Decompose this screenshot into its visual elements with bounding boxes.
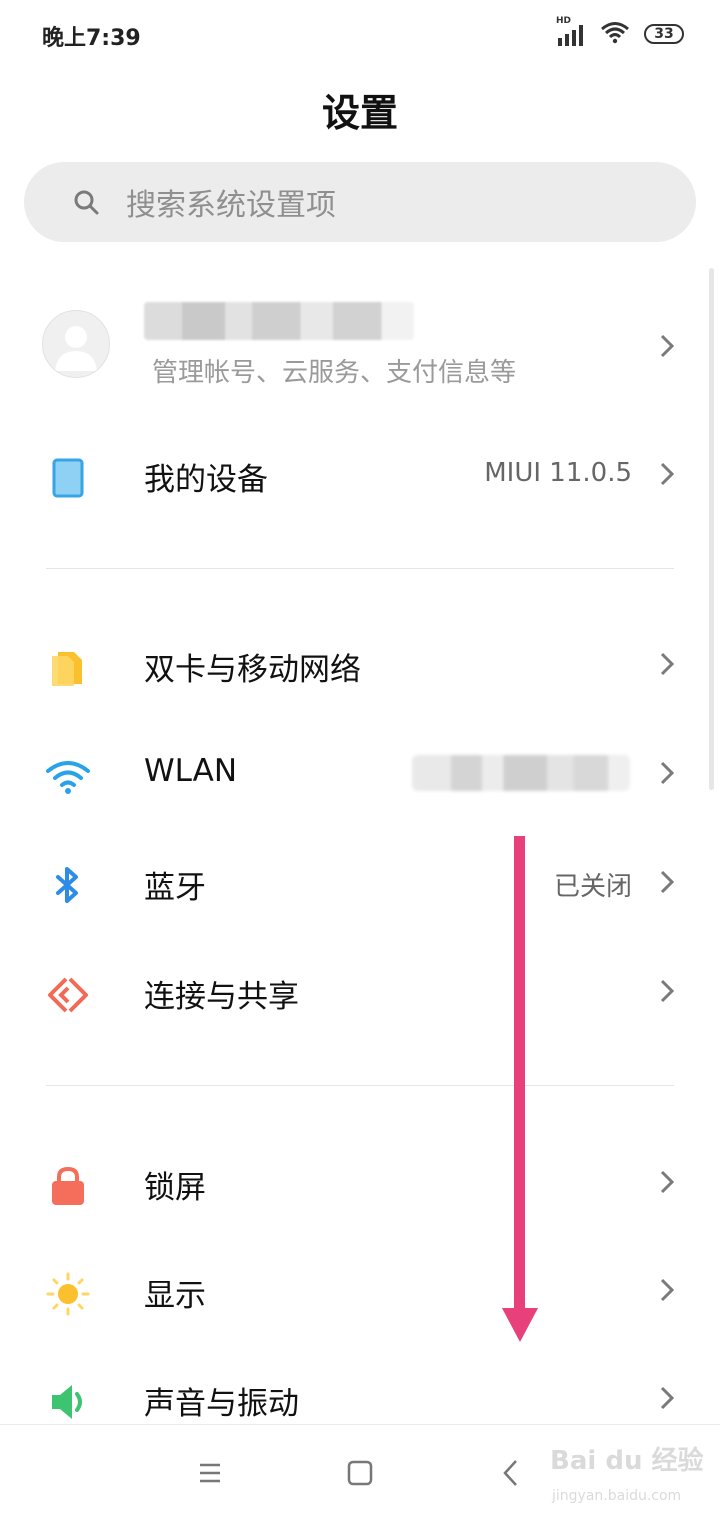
- wifi-icon: [600, 20, 630, 48]
- chevron-right-icon: [660, 1278, 675, 1302]
- display-row[interactable]: 显示: [0, 1240, 720, 1340]
- account-subtitle: 管理帐号、云服务、支付信息等: [152, 358, 517, 388]
- search-input[interactable]: 搜索系统设置项: [24, 162, 696, 242]
- watermark: Bai du 经验: [550, 1446, 704, 1476]
- wlan-row[interactable]: WLAN: [0, 723, 720, 823]
- chevron-right-icon: [660, 1386, 675, 1410]
- bluetooth-icon: [56, 867, 78, 903]
- my-device-value: MIUI 11.0.5: [484, 458, 632, 488]
- network-badge: HD: [556, 16, 572, 26]
- sound-vibration-label: 声音与振动: [144, 1386, 299, 1422]
- status-bar: 晚上7:39 HD 33: [0, 0, 720, 70]
- menu-icon[interactable]: [192, 1455, 228, 1491]
- my-device-label: 我的设备: [144, 462, 268, 498]
- avatar: [42, 310, 110, 378]
- wlan-label: WLAN: [144, 753, 238, 789]
- bluetooth-status: 已关闭: [553, 872, 632, 902]
- connection-share-row[interactable]: 连接与共享: [0, 941, 720, 1041]
- search-placeholder: 搜索系统设置项: [126, 188, 336, 223]
- section-divider: [46, 1085, 674, 1086]
- watermark-url: jingyan.baidu.com: [552, 1488, 682, 1504]
- connection-share-label: 连接与共享: [144, 979, 299, 1015]
- user-icon: [55, 326, 97, 371]
- my-device-row[interactable]: 我的设备 MIUI 11.0.5: [0, 424, 720, 524]
- sun-icon: [46, 1272, 90, 1316]
- device-icon: [52, 458, 84, 498]
- account-row[interactable]: 管理帐号、云服务、支付信息等: [0, 290, 720, 400]
- sim-card-icon: [52, 652, 82, 686]
- status-icons: HD 33: [556, 16, 684, 48]
- lock-screen-label: 锁屏: [144, 1170, 206, 1206]
- chevron-right-icon: [660, 979, 675, 1003]
- scroll-down-arrow-annotation: [502, 836, 538, 1342]
- sim-network-row[interactable]: 双卡与移动网络: [0, 614, 720, 714]
- home-icon[interactable]: [342, 1455, 378, 1491]
- search-icon: [74, 190, 99, 215]
- page-title: 设置: [321, 91, 398, 135]
- chevron-right-icon: [660, 652, 675, 676]
- chevron-right-icon: [660, 334, 675, 358]
- speaker-icon: [52, 1385, 82, 1419]
- chevron-right-icon: [660, 1170, 675, 1194]
- account-name-redacted: [144, 302, 414, 340]
- lock-icon: [52, 1166, 84, 1205]
- section-divider: [46, 568, 674, 569]
- bluetooth-row[interactable]: 蓝牙 已关闭: [0, 832, 720, 932]
- wlan-network-redacted: [412, 755, 630, 791]
- chevron-right-icon: [660, 761, 675, 785]
- status-time: 晚上7:39: [42, 26, 141, 51]
- sim-network-label: 双卡与移动网络: [144, 652, 361, 688]
- chevron-right-icon: [660, 870, 675, 894]
- back-icon[interactable]: [494, 1455, 530, 1491]
- bluetooth-label: 蓝牙: [144, 870, 206, 906]
- connection-share-icon: [48, 977, 88, 1013]
- lock-screen-row[interactable]: 锁屏: [0, 1132, 720, 1232]
- chevron-right-icon: [660, 462, 675, 486]
- display-label: 显示: [144, 1278, 206, 1314]
- wifi-icon: [46, 761, 90, 794]
- signal-icon: HD: [556, 16, 586, 46]
- battery-icon: 33: [644, 24, 684, 44]
